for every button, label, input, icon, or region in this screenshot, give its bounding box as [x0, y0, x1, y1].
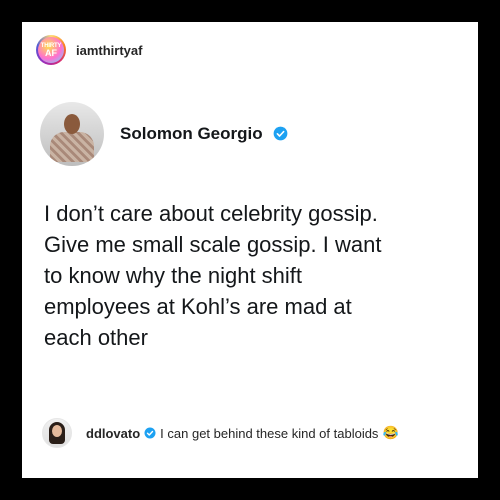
avatar-face: [52, 425, 62, 437]
tweet-text: I don’t care about celebrity gossip. Giv…: [44, 201, 382, 350]
tweet-author: Solomon Georgio: [40, 102, 288, 166]
avatar-logo-line2: AF: [45, 47, 57, 58]
post-header: THIRTY AF iamthirtyaf: [30, 32, 142, 68]
verified-badge-icon: [144, 427, 156, 439]
account-avatar[interactable]: THIRTY AF: [36, 35, 66, 65]
avatar-figure-head: [64, 114, 80, 134]
verified-badge-icon: [273, 126, 288, 141]
commenter-avatar[interactable]: [42, 418, 72, 448]
tweet-author-name: Solomon Georgio: [120, 124, 288, 144]
account-username[interactable]: iamthirtyaf: [76, 43, 142, 58]
laughing-emoji-icon: 😂: [382, 425, 399, 440]
account-avatar-logo: THIRTY AF: [38, 37, 64, 63]
commenter-username[interactable]: ddlovato: [86, 426, 140, 441]
post-frame: THIRTY AF iamthirtyaf Solomon Georgio I …: [22, 22, 478, 478]
tweet-author-avatar: [40, 102, 104, 166]
tweet-author-name-text: Solomon Georgio: [120, 124, 263, 143]
comment-body: I can get behind these kind of tabloids: [160, 425, 379, 441]
comment-row: ddlovato I can get behind these kind of …: [42, 418, 399, 448]
comment-text: ddlovato I can get behind these kind of …: [86, 425, 399, 441]
avatar-figure-body: [50, 132, 94, 162]
